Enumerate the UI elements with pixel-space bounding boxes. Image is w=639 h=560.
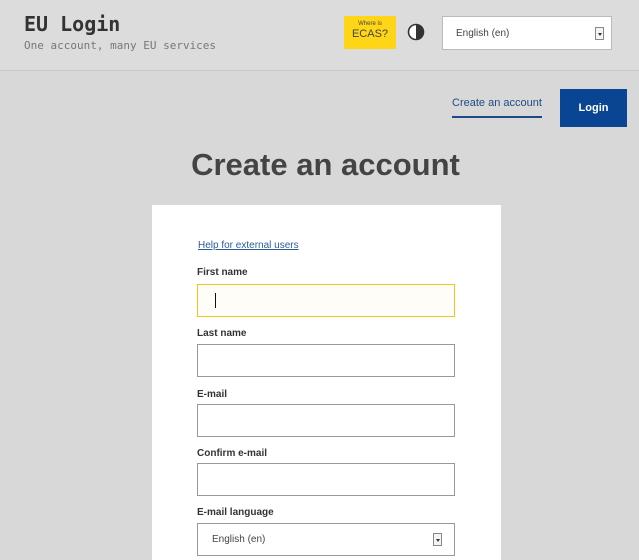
contrast-icon[interactable]	[407, 23, 425, 41]
first-name-field[interactable]	[197, 284, 455, 317]
where-is-ecas-button[interactable]: Where is ECAS?	[344, 16, 396, 49]
first-name-label: First name	[197, 267, 248, 278]
create-account-form: Help for external users First name Last …	[152, 205, 501, 560]
confirm-email-field[interactable]	[197, 463, 455, 496]
last-name-label: Last name	[197, 328, 247, 339]
last-name-field[interactable]	[197, 344, 455, 377]
email-language-label: E-mail language	[197, 507, 274, 518]
email-label: E-mail	[197, 389, 228, 400]
email-language-value: English (en)	[212, 534, 266, 545]
site-header: EU Login One account, many EU services W…	[0, 0, 639, 71]
ecas-badge-line1: Where is	[358, 21, 382, 27]
create-account-link[interactable]: Create an account	[452, 97, 542, 118]
help-external-users-link[interactable]: Help for external users	[198, 240, 299, 251]
text-cursor	[215, 293, 216, 308]
ecas-badge-line2: ECAS?	[351, 28, 389, 40]
login-button[interactable]: Login	[560, 89, 627, 127]
email-field[interactable]	[197, 404, 455, 437]
email-language-select[interactable]: English (en)	[197, 523, 455, 556]
chevron-down-icon	[595, 27, 604, 40]
language-select[interactable]: English (en)	[442, 16, 612, 50]
confirm-email-label: Confirm e-mail	[197, 448, 268, 459]
page-title: Create an account	[191, 147, 460, 182]
language-select-value: English (en)	[456, 28, 510, 39]
chevron-down-icon	[433, 533, 442, 546]
app-subtitle: One account, many EU services	[24, 39, 217, 52]
app-title: EU Login	[24, 12, 121, 36]
